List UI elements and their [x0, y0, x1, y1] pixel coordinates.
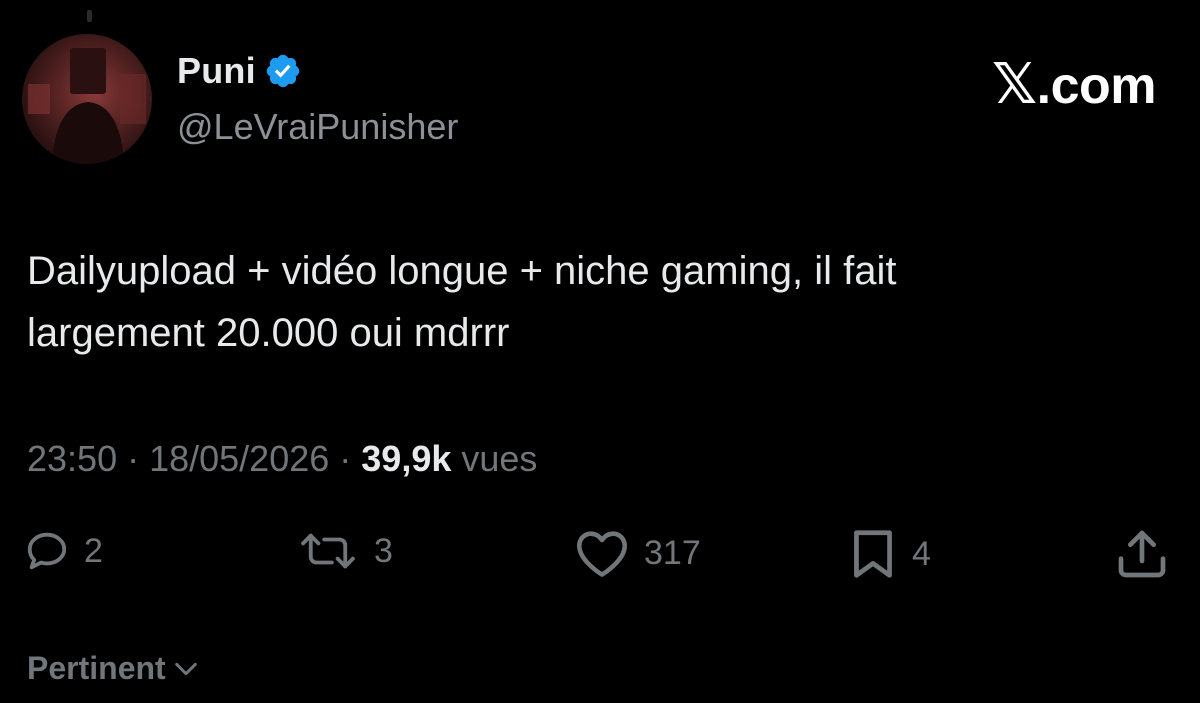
action-bar: 2 3 317 4	[0, 528, 1200, 588]
author-name-row[interactable]: Puni	[177, 50, 302, 92]
views-label: vues	[451, 438, 538, 479]
bookmark-button[interactable]: 4	[848, 528, 931, 580]
avatar[interactable]	[22, 34, 152, 164]
like-button[interactable]: 317	[574, 528, 701, 578]
reply-sort-label: Pertinent	[27, 650, 166, 686]
tweet-text: Dailyupload + vidéo longue + niche gamin…	[27, 240, 1167, 364]
repost-icon	[301, 533, 355, 569]
bookmark-count: 4	[912, 534, 931, 573]
like-count: 317	[644, 533, 701, 572]
scroll-indicator	[87, 10, 92, 22]
brand-logo: 𝕏 .com	[992, 52, 1157, 117]
tweet-meta: 23:50 · 18/05/2026 · 39,9k vues	[27, 438, 537, 480]
share-button[interactable]	[1114, 528, 1170, 580]
tweet-time[interactable]: 23:50	[27, 438, 117, 480]
avatar-image	[28, 48, 146, 164]
reply-button[interactable]: 2	[24, 528, 103, 574]
repost-button[interactable]: 3	[296, 528, 393, 574]
tweet-line-2: largement 20.000 oui mdrrr	[27, 311, 510, 355]
bookmark-icon	[854, 530, 892, 578]
share-icon	[1118, 530, 1166, 578]
reply-sort-dropdown[interactable]: Pertinent	[27, 650, 200, 687]
tweet-line-1: Dailyupload + vidéo longue + niche gamin…	[27, 249, 897, 293]
reply-icon	[27, 532, 67, 570]
tweet-date[interactable]: 18/05/2026	[149, 438, 329, 480]
views-count[interactable]: 39,9k	[361, 438, 451, 480]
meta-separator: ·	[329, 438, 362, 479]
author-display-name[interactable]: Puni	[177, 50, 256, 92]
chevron-down-icon	[174, 662, 197, 675]
like-icon	[577, 531, 627, 577]
author-handle[interactable]: @LeVraiPunisher	[177, 106, 458, 148]
meta-separator: ·	[117, 438, 150, 479]
brand-suffix: .com	[1036, 57, 1157, 115]
verified-badge-icon	[264, 52, 302, 90]
reply-count: 2	[84, 531, 103, 570]
repost-count: 3	[374, 531, 393, 570]
x-logo-icon: 𝕏	[992, 52, 1037, 117]
